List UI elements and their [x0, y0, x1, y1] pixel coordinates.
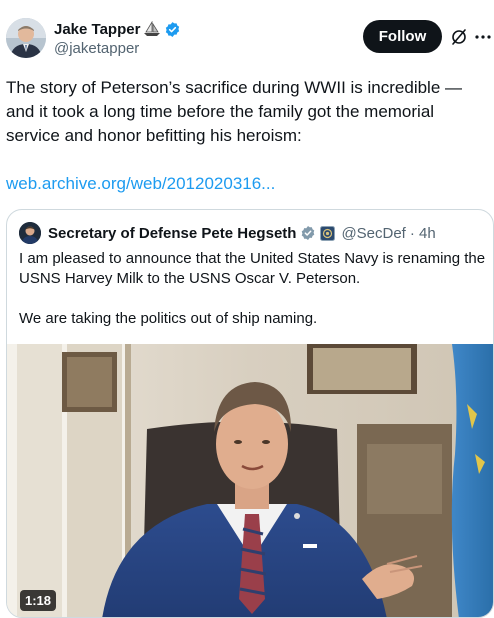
quoted-author-display-name[interactable]: Secretary of Defense Pete Hegseth: [48, 225, 296, 242]
video-player[interactable]: 1:18: [7, 344, 493, 617]
gray-verified-badge-icon: [300, 225, 316, 241]
quoted-author-avatar[interactable]: [19, 222, 41, 244]
more-options-icon[interactable]: [474, 26, 492, 46]
author-info: Jake Tapper @jaketapper: [54, 19, 181, 57]
author-avatar[interactable]: [6, 18, 46, 58]
video-thumbnail: [7, 344, 493, 617]
follow-button[interactable]: Follow: [363, 20, 442, 53]
video-duration-badge: 1:18: [20, 590, 57, 611]
author-handle[interactable]: @jaketapper: [54, 40, 181, 57]
verified-badge-icon: [164, 21, 181, 38]
tweet-link[interactable]: web.archive.org/web/2012020316...: [6, 172, 275, 196]
quoted-tweet-text: I am pleased to announce that the United…: [19, 249, 489, 329]
tweet-text: The story of Peterson’s sacrifice during…: [6, 78, 463, 145]
sailboat-icon: [143, 20, 161, 37]
quoted-tweet-paragraph-2: We are taking the politics out of ship n…: [19, 310, 318, 327]
quoted-tweet-header: Secretary of Defense Pete Hegseth @SecDe…: [19, 222, 436, 244]
quoted-tweet-time[interactable]: · 4h: [410, 225, 436, 242]
government-affiliation-icon: [320, 225, 336, 241]
quoted-tweet-paragraph-1: I am pleased to announce that the United…: [19, 250, 486, 287]
tweet-header: Jake Tapper @jaketapper Follow: [0, 0, 494, 70]
grok-icon[interactable]: [450, 28, 468, 46]
quoted-tweet[interactable]: Secretary of Defense Pete Hegseth @SecDe…: [6, 209, 494, 618]
author-display-name[interactable]: Jake Tapper: [54, 21, 140, 38]
quoted-author-handle[interactable]: @SecDef: [341, 225, 405, 242]
